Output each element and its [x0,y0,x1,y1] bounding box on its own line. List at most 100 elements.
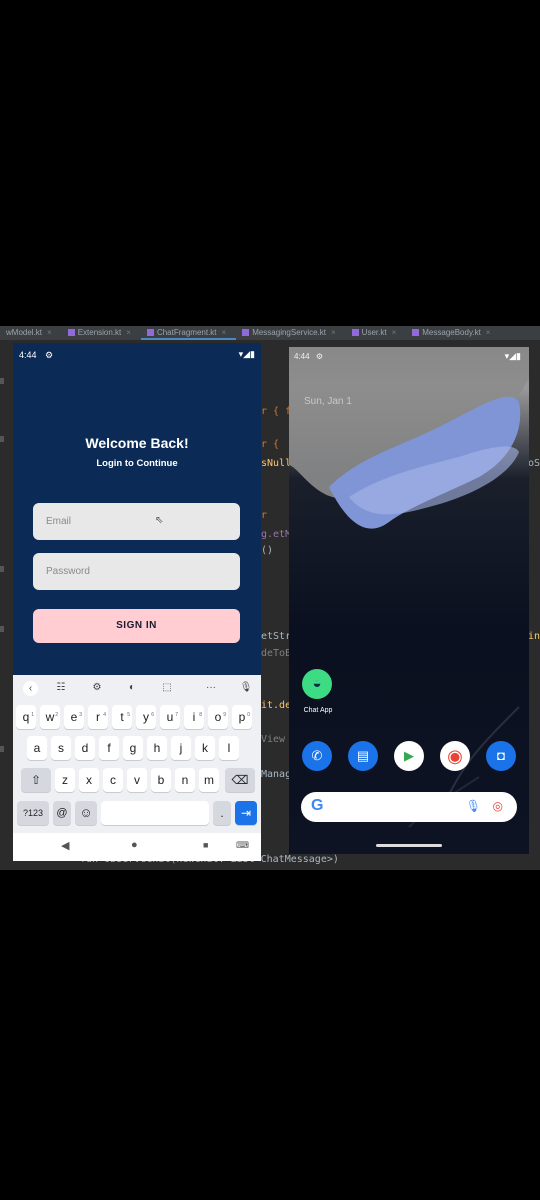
back-icon[interactable]: ◀ [61,839,69,852]
key-i[interactable]: 8i [184,705,204,729]
symbols-key[interactable]: ?123 [17,801,49,825]
theme-icon[interactable]: ◐ [125,682,139,693]
key-s[interactable]: s [51,736,71,760]
code-fragment: g.etM [261,529,292,540]
key-o[interactable]: 9o [208,705,228,729]
status-bar-left: 4:44 ⚙ [294,352,323,361]
code-fragment: r { [261,439,280,450]
code-fragment: () [261,545,274,556]
key-j[interactable]: j [171,736,191,760]
key-h[interactable]: h [147,736,167,760]
mouse-cursor-icon: ⇖ [155,515,164,526]
status-time: 4:44 [294,352,310,361]
gesture-home-bar[interactable] [376,844,442,847]
shift-key[interactable]: ⇧ [21,768,51,792]
keyboard-toolbar: ‹ ☷ ⚙ ◐ ⬚ ··· 🎙 [13,678,261,700]
phone-app-icon[interactable]: ✆ [302,741,332,771]
kotlin-file-icon [242,329,250,336]
mic-off-icon[interactable]: 🎙 [239,682,253,693]
password-field-container [33,553,240,590]
key-z[interactable]: z [55,768,75,792]
key-p[interactable]: 0p [232,705,252,729]
key-k[interactable]: k [195,736,215,760]
backspace-key[interactable]: ⌫ [225,768,255,792]
gutter-marker [0,436,4,442]
kotlin-file-icon [351,329,359,336]
gear-icon: ⚙ [315,352,323,361]
collapse-icon[interactable]: ‹ [23,681,38,696]
emulator-login-screen: 4:44 ⚙ ▾◢▮ Welcome Back! Login to Contin… [13,343,261,861]
kotlin-file-icon [67,329,75,336]
messages-app-icon[interactable]: ▤ [348,741,378,771]
key-n[interactable]: n [175,768,195,792]
email-field[interactable] [33,503,240,540]
key-w[interactable]: 2w [40,705,60,729]
google-search-bar[interactable]: G 🎙 ◎ [301,792,517,822]
key-r[interactable]: 4r [88,705,108,729]
date-widget[interactable]: Sun, Jan 1 [304,396,352,407]
chrome-icon[interactable]: ◉ [440,741,470,771]
key-b[interactable]: b [151,768,171,792]
key-u[interactable]: 7u [160,705,180,729]
lens-icon[interactable]: ◎ [493,799,503,813]
tab-wmodel[interactable]: wModel.kt × [0,326,62,340]
home-icon[interactable]: ● [131,839,138,851]
key-e[interactable]: 3e [64,705,84,729]
key-x[interactable]: x [79,768,99,792]
key-q[interactable]: 1q [16,705,36,729]
gutter-marker [0,746,4,752]
code-fragment: r [261,510,268,521]
key-y[interactable]: 6y [136,705,156,729]
key-f[interactable]: f [99,736,119,760]
tab-user[interactable]: User.kt × [346,326,407,340]
play-store-icon[interactable]: ▶ [394,741,424,771]
status-bar-left: 4:44 ⚙ [19,350,53,361]
enter-key[interactable]: ⇥ [235,801,257,825]
navigation-bar: ◀ ● ■ ⌨ [13,833,261,861]
emoji-icon[interactable]: ☺ [75,801,97,825]
key-v[interactable]: v [127,768,147,792]
signal-battery-icon: ▾◢▮ [238,349,255,359]
screenshot-icon[interactable]: ⬚ [160,682,174,693]
android-app-icon[interactable]: ◒ [302,669,332,699]
wallpaper [289,347,529,828]
code-fragment: deToB [261,648,292,659]
editor-tab-bar: wModel.kt × Extension.kt × ChatFragment.kt… [0,326,540,340]
welcome-title: Welcome Back! [85,435,189,451]
key-c[interactable]: c [103,768,123,792]
space-key[interactable] [101,801,209,825]
code-fragment: View [261,734,286,745]
gutter-marker [0,626,4,632]
period-key[interactable]: . [213,801,231,825]
tab-messagebody[interactable]: MessageBody.kt × [406,326,500,340]
more-icon[interactable]: ··· [204,682,218,693]
welcome-subtitle: Login to Continue [96,458,178,469]
key-d[interactable]: d [75,736,95,760]
key-g[interactable]: g [123,736,143,760]
gutter-marker [0,566,4,572]
key-t[interactable]: 5t [112,705,132,729]
tab-chatfragment[interactable]: ChatFragment.kt × [140,326,237,340]
code-fragment: in [528,631,540,642]
kotlin-file-icon [146,329,154,336]
settings-icon[interactable]: ⚙ [90,682,104,693]
at-key[interactable]: @ [53,801,71,825]
key-l[interactable]: l [219,736,239,760]
signal-battery-icon: ▾◢▮ [504,351,521,361]
tab-messagingservice[interactable]: MessagingService.kt × [236,326,345,340]
tab-extension[interactable]: Extension.kt × [62,326,141,340]
key-a[interactable]: a [27,736,47,760]
camera-app-icon[interactable]: ◘ [486,741,516,771]
emulator-home-screen: 4:44 ⚙ ▾◢▮ Sun, Jan 1 ◒ Chat App ✆ ▤ ▶ ◉… [289,347,529,854]
sign-in-button[interactable]: SIGN IN [33,609,240,643]
chat-app-label: Chat App [303,707,333,714]
mic-icon[interactable]: 🎙 [466,799,481,813]
email-field-container: ⇖ [33,503,240,540]
clipboard-icon[interactable]: ☷ [54,682,68,693]
status-time: 4:44 [19,350,37,360]
code-fragment: it.de [261,700,292,711]
password-field[interactable] [33,553,240,590]
keyboard-switch-icon[interactable]: ⌨ [236,840,249,851]
key-m[interactable]: m [199,768,219,792]
recents-icon[interactable]: ■ [203,840,208,850]
